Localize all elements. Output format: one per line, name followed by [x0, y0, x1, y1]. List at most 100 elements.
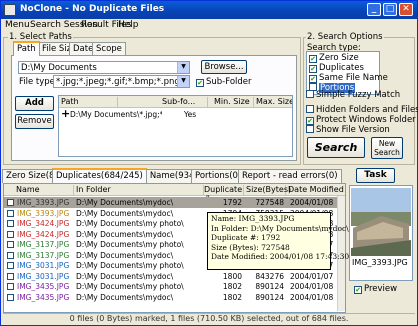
col-subfolder[interactable]: Sub-fo...	[162, 97, 208, 107]
chevron-down-icon[interactable]: ▼	[177, 76, 189, 87]
add-button[interactable]: Add	[15, 96, 54, 111]
path-input[interactable]: D:\My Documents ▼	[18, 61, 190, 74]
name-cell: IMG_3393.JPG	[17, 198, 70, 207]
duplicate-cell: 1792	[222, 198, 242, 207]
same-file-name-checkbox[interactable]: ✔ Same File Name	[309, 73, 388, 83]
tab-report[interactable]: Report - read errors(0)	[238, 169, 342, 183]
col-max-size[interactable]: Max. Size	[256, 97, 292, 107]
check-icon: ✔	[309, 75, 317, 83]
file-info-tooltip: Name: IMG_3393.JPG In Folder: D:\My Docu…	[207, 212, 349, 270]
row-mark-checkbox[interactable]	[7, 199, 14, 206]
preview-caption: IMG_3393.JPG	[352, 258, 408, 267]
zero-size-label: Zero Size	[319, 53, 359, 63]
folder-cell: D:\My Documents\mydoc\	[76, 250, 174, 260]
tab-scope[interactable]: Scope	[92, 42, 126, 56]
date-cell: 2004/01/08	[290, 198, 334, 207]
menu-help[interactable]: Help	[118, 20, 139, 30]
results-header: Name In Folder Duplicate # Size(Bytes) D…	[4, 184, 345, 203]
file-type-label: File type:	[19, 77, 58, 87]
folder-cell: D:\My Documents\mydoc\	[76, 271, 174, 281]
row-mark-checkbox[interactable]	[7, 241, 14, 248]
hidden-folders-checkbox[interactable]: Hidden Folders and Files	[306, 105, 418, 115]
minimize-button[interactable]: _	[367, 3, 381, 16]
row-mark-checkbox[interactable]	[7, 251, 14, 259]
remove-button[interactable]: Remove	[15, 114, 54, 129]
path-cell: D:\My Documents\*.jpg;*.jpeg;*.gif;*...	[70, 110, 162, 119]
row-mark-checkbox[interactable]	[7, 262, 14, 269]
row-mark-checkbox[interactable]	[7, 230, 14, 238]
protect-windows-checkbox[interactable]: ✔ Protect Windows Folder	[306, 115, 416, 125]
maximize-button[interactable]: □	[383, 3, 397, 16]
table-row[interactable]: IMG_3393.JPG D:\My Documents\mydoc\ 1792 72…	[4, 197, 344, 208]
task-button[interactable]: Task	[356, 168, 395, 183]
app-icon	[4, 4, 16, 16]
new-search-button[interactable]: New Search	[371, 137, 403, 159]
folder-cell: D:\My Documents\mydoc\	[76, 292, 174, 302]
row-mark-checkbox[interactable]	[7, 220, 14, 227]
col-min-size[interactable]: Min. Size	[214, 97, 254, 107]
zero-size-checkbox[interactable]: ✔ Zero Size	[309, 53, 359, 63]
size-cell: 727548	[255, 198, 284, 207]
subfolder-checkbox[interactable]: ✔ Sub-Folder	[196, 77, 252, 87]
col-duplicate[interactable]: Duplicate #	[204, 185, 244, 203]
simple-fuzzy-checkbox[interactable]: Simple Fuzzy Match	[306, 90, 400, 100]
row-mark-checkbox[interactable]	[7, 272, 14, 280]
col-date-modified[interactable]: Date Modified	[288, 185, 345, 195]
tab-duplicates[interactable]: Duplicates(684/245)	[52, 168, 147, 183]
same-file-name-label: Same File Name	[319, 73, 388, 83]
col-size[interactable]: Size(Bytes)	[246, 185, 291, 195]
size-cell: 890124	[255, 282, 284, 291]
close-button[interactable]: ✕	[399, 3, 413, 16]
row-mark-checkbox[interactable]	[7, 209, 14, 217]
path-input-value: D:\My Documents	[21, 63, 97, 73]
show-version-checkbox[interactable]: Show File Version	[306, 125, 390, 135]
title-bar: NoClone - No Duplicate Files _ □ ✕	[1, 1, 417, 19]
table-row[interactable]: IMG_3435.JPG D:\My Documents\mydoc\ 1802 89…	[4, 292, 344, 303]
folder-cell: D:\My Documents\my photo\	[76, 219, 184, 228]
app-window: NoClone - No Duplicate Files _ □ ✕ Menu …	[0, 0, 418, 326]
search-options-title: 2. Search Options	[306, 32, 384, 42]
preview-checkbox[interactable]: ✔ Preview	[354, 284, 397, 294]
table-row[interactable]: IMG_3435.JPG D:\My Documents\my photo\ 180…	[4, 281, 344, 292]
browse-button[interactable]: Browse...	[201, 60, 247, 74]
tab-path[interactable]: Path	[13, 41, 40, 56]
name-cell: IMG_3137.JPG	[17, 240, 70, 249]
date-cell: 2004/01/08	[290, 282, 334, 291]
name-cell: IMG_3031.JPG	[17, 271, 70, 281]
folder-cell: D:\My Documents\mydoc\	[76, 229, 174, 239]
search-button[interactable]: Search	[307, 137, 365, 158]
date-cell: 2004/01/08	[290, 292, 334, 302]
row-mark-checkbox[interactable]	[7, 293, 14, 301]
folder-cell: D:\My Documents\my photo\	[76, 240, 184, 249]
row-mark-checkbox[interactable]	[7, 283, 14, 290]
name-cell: IMG_3393.JPG	[17, 208, 70, 218]
path-list[interactable]: Path Sub-fo... Min. Size Max. Size + D:\…	[58, 95, 293, 157]
tooltip-folder: In Folder: D:\My Documents\mydoc\	[211, 223, 349, 233]
duplicate-cell: 1802	[222, 282, 242, 291]
preview-image	[351, 188, 411, 256]
check-icon: ✔	[309, 65, 317, 73]
name-cell: IMG_3435.JPG	[17, 282, 70, 291]
search-type-list[interactable]: ✔ Zero Size ✔ Duplicates ✔ Same File Name P…	[306, 51, 388, 95]
tooltip-duplicate: Duplicate #: 1792	[211, 233, 281, 242]
col-in-folder[interactable]: In Folder	[76, 185, 204, 195]
menu-bar: Menu Search Session Result Files Help	[1, 19, 417, 32]
col-name[interactable]: Name	[16, 185, 74, 195]
hidden-folders-label: Hidden Folders and Files	[316, 105, 418, 115]
duplicates-checkbox[interactable]: ✔ Duplicates	[309, 63, 364, 73]
duplicate-cell: 1802	[222, 292, 242, 302]
protect-windows-label: Protect Windows Folder	[316, 115, 416, 125]
subfolder-label: Sub-Folder	[206, 77, 252, 87]
window-title: NoClone - No Duplicate Files	[20, 4, 165, 14]
path-list-header: Path Sub-fo... Min. Size Max. Size	[59, 96, 292, 108]
folder-cell: D:\My Documents\mydoc\	[76, 198, 174, 207]
name-cell: IMG_3424.JPG	[17, 229, 70, 239]
subfolder-cell: Yes	[184, 110, 197, 119]
path-row[interactable]: + D:\My Documents\*.jpg;*.jpeg;*.gif;*..…	[61, 107, 292, 120]
plus-icon: +	[61, 107, 71, 120]
menu-menu[interactable]: Menu	[5, 20, 30, 30]
chevron-down-icon[interactable]: ▼	[177, 62, 189, 73]
file-type-input[interactable]: *.jpg;*.jpeg;*.gif;*.bmp;*.png ▼	[53, 75, 190, 88]
col-path[interactable]: Path	[61, 97, 118, 107]
table-row[interactable]: IMG_3031.JPG D:\My Documents\mydoc\ 1800 84…	[4, 271, 344, 282]
